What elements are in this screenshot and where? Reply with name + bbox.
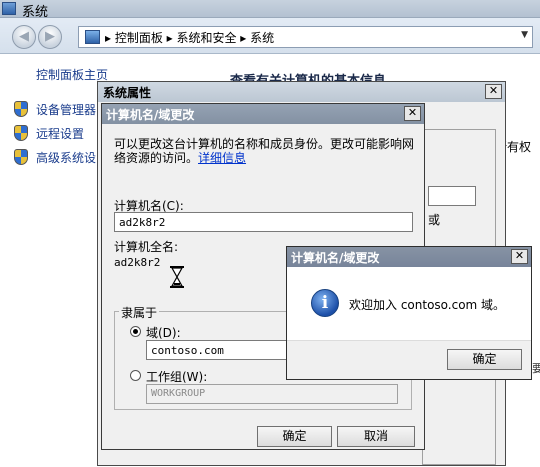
message-text: 欢迎加入 contoso.com 域。 bbox=[349, 298, 506, 312]
more-info-link[interactable]: 详细信息 bbox=[198, 151, 246, 165]
sidebar-item-device-manager[interactable]: 设备管理器 bbox=[36, 101, 96, 118]
shield-icon bbox=[14, 125, 28, 141]
full-name-value: ad2k8r2 bbox=[114, 256, 161, 269]
address-bar[interactable]: ▸ 控制面板 ▸ 系统和安全 ▸ 系统 ▼ bbox=[78, 26, 533, 48]
dialog-title: 系统属性 bbox=[98, 82, 505, 102]
dialog-title: 计算机名/域更改 bbox=[287, 247, 531, 267]
domain-label[interactable]: 域(D): bbox=[146, 324, 181, 341]
back-arrow-icon[interactable]: ◀ bbox=[12, 25, 36, 49]
welcome-message-box: 计算机名/域更改 ✕ i 欢迎加入 contoso.com 域。 确定 bbox=[286, 246, 532, 380]
window-titlebar: 系统 bbox=[0, 0, 540, 20]
info-icon: i bbox=[311, 289, 339, 317]
description-text: 可以更改这台计算机的名称和成员身份。更改可能影响网络资源的访问。 bbox=[114, 137, 415, 165]
forward-arrow-icon[interactable]: ▶ bbox=[38, 25, 62, 49]
clipped-text: 要 bbox=[532, 362, 540, 375]
close-icon[interactable]: ✕ bbox=[485, 84, 502, 99]
dialog-description: 可以更改这台计算机的名称和成员身份。更改可能影响网络资源的访问。详细信息 bbox=[114, 137, 414, 165]
shield-icon bbox=[14, 149, 28, 165]
dialog-title: 计算机名/域更改 bbox=[102, 104, 424, 124]
close-icon[interactable]: ✕ bbox=[511, 249, 528, 264]
domain-input[interactable]: contoso.com bbox=[146, 340, 291, 360]
text-field[interactable] bbox=[428, 186, 476, 206]
navigation-bar: ◀ ▶ ▸ 控制面板 ▸ 系统和安全 ▸ 系统 ▼ bbox=[0, 18, 540, 54]
ok-button[interactable]: 确定 bbox=[257, 426, 332, 447]
close-icon[interactable]: ✕ bbox=[404, 106, 421, 121]
full-name-label: 计算机全名: bbox=[114, 240, 179, 254]
hourglass-icon bbox=[170, 266, 184, 288]
cancel-button[interactable]: 取消 bbox=[337, 426, 415, 447]
sidebar-item-remote-settings[interactable]: 远程设置 bbox=[36, 125, 84, 142]
workgroup-input: WORKGROUP bbox=[146, 384, 398, 404]
workgroup-label[interactable]: 工作组(W): bbox=[146, 368, 207, 385]
sidebar-item-advanced-settings[interactable]: 高级系统设 bbox=[36, 149, 96, 166]
radio-selected-dot bbox=[133, 329, 138, 334]
workgroup-radio[interactable] bbox=[130, 370, 141, 381]
label-fragment: 或 bbox=[428, 213, 441, 227]
breadcrumb[interactable]: ▸ 控制面板 ▸ 系统和安全 ▸ 系统 bbox=[105, 29, 274, 46]
control-panel-icon bbox=[85, 30, 100, 44]
shield-icon bbox=[14, 101, 28, 117]
chevron-down-icon[interactable]: ▼ bbox=[521, 30, 528, 40]
system-icon bbox=[2, 2, 16, 15]
member-of-legend: 隶属于 bbox=[119, 304, 160, 321]
computer-name-input[interactable]: ad2k8r2 bbox=[114, 212, 413, 232]
ok-button[interactable]: 确定 bbox=[447, 349, 522, 370]
